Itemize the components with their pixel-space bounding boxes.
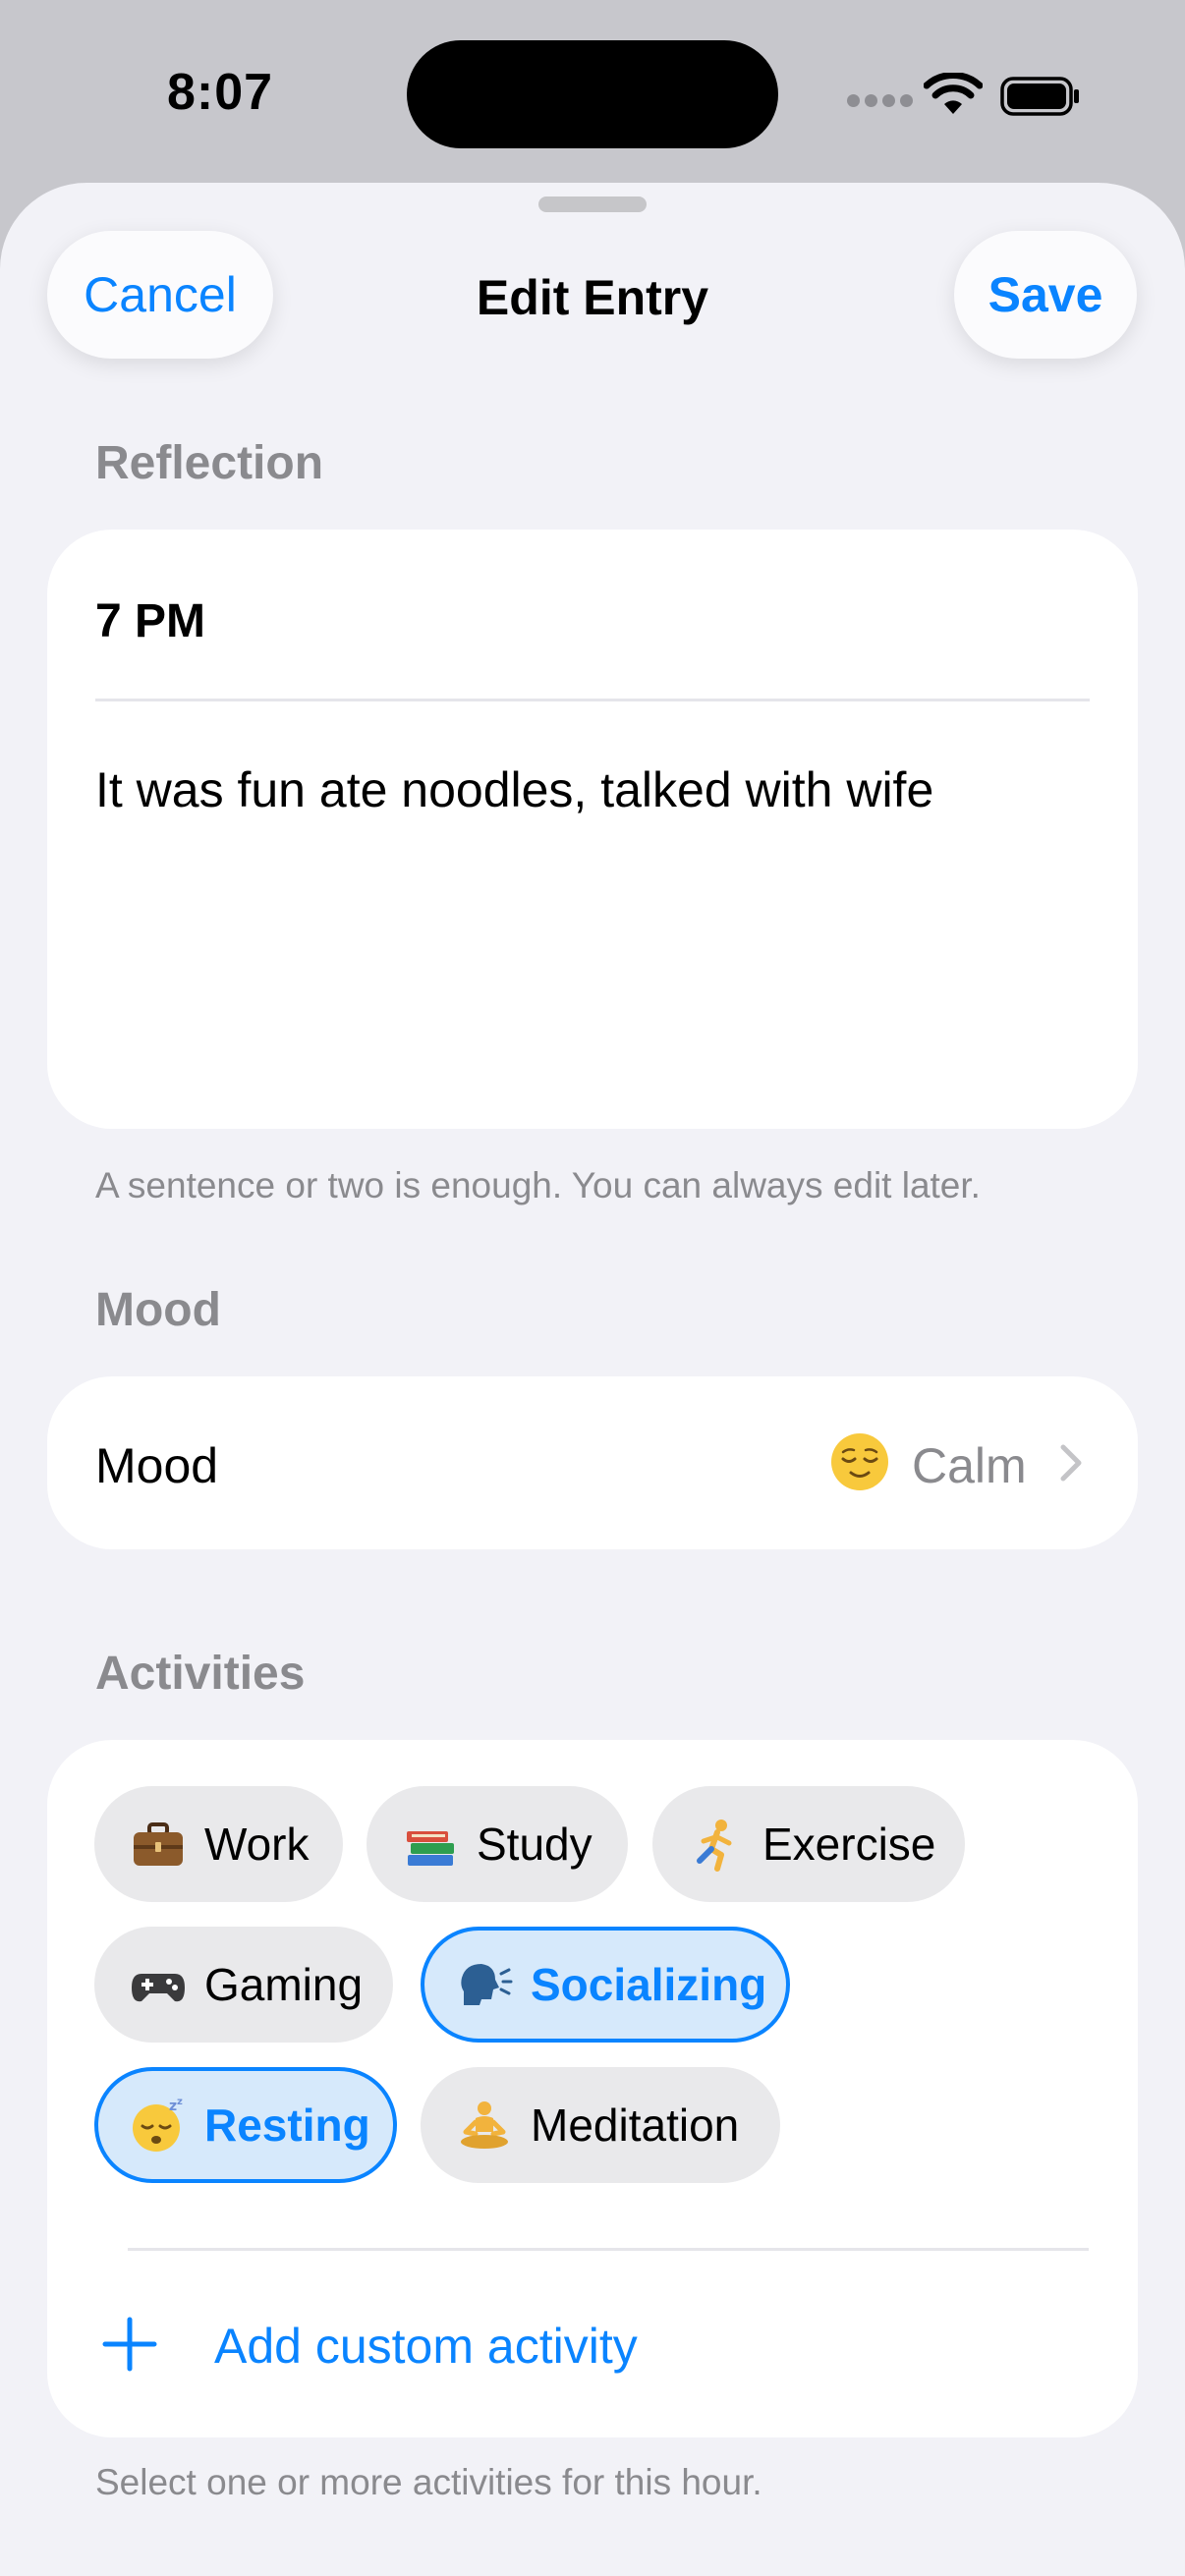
- mood-row[interactable]: Mood Calm: [47, 1376, 1138, 1549]
- activity-chip-meditation[interactable]: Meditation: [421, 2067, 780, 2183]
- status-bar: 8:07: [0, 0, 1185, 187]
- activity-chip-study[interactable]: Study: [367, 1786, 628, 1902]
- activity-chip-resting[interactable]: z z Resting: [94, 2067, 397, 2183]
- cellular-signal-icon: [847, 94, 918, 112]
- reflection-card: 7 PM It was fun ate noodles, talked with…: [47, 530, 1138, 1129]
- status-time: 8:07: [167, 64, 274, 121]
- activity-chip-label: Resting: [204, 2100, 370, 2151]
- reflection-section-header: Reflection: [95, 437, 324, 489]
- entry-time: 7 PM: [95, 595, 206, 647]
- speaking-head-icon: [461, 1964, 513, 2005]
- activity-chip-label: Study: [477, 1819, 592, 1870]
- activity-chip-label: Socializing: [531, 1959, 767, 2010]
- activity-chip-label: Gaming: [204, 1959, 364, 2010]
- save-button[interactable]: Save: [954, 231, 1137, 359]
- relieved-face-emoji: [831, 1433, 888, 1490]
- add-custom-activity-button[interactable]: Add custom activity: [47, 2251, 1138, 2437]
- plus-icon: [102, 2317, 157, 2372]
- reflection-text-field[interactable]: It was fun ate noodles, talked with wife: [95, 761, 933, 818]
- activity-chip-exercise[interactable]: Exercise: [652, 1786, 965, 1902]
- meditation-icon: [461, 2101, 508, 2149]
- runner-icon: [697, 1820, 732, 1872]
- activities-card: Work Study Exercise Gaming Socializing z…: [47, 1740, 1138, 2437]
- reflection-hint: A sentence or two is enough. You can alw…: [95, 1165, 981, 1205]
- activities-section-header: Activities: [95, 1648, 306, 1700]
- wifi-icon: [924, 73, 983, 114]
- activities-hint: Select one or more activities for this h…: [95, 2462, 762, 2502]
- battery-icon: [1000, 77, 1079, 116]
- dynamic-island: [407, 40, 778, 148]
- svg-text:z: z: [177, 2097, 183, 2107]
- activity-chip-socializing[interactable]: Socializing: [421, 1927, 790, 2043]
- activity-chip-work[interactable]: Work: [94, 1786, 343, 1902]
- mood-section-header: Mood: [95, 1284, 221, 1336]
- sheet-grabber[interactable]: [538, 196, 647, 212]
- game-controller-icon: [132, 1974, 185, 2002]
- chevron-right-icon: [1060, 1444, 1082, 1482]
- activity-chip-label: Meditation: [531, 2100, 740, 2151]
- edit-entry-sheet: Cancel Edit Entry Save Reflection 7 PM I…: [0, 183, 1185, 2576]
- mood-value: Calm: [912, 1438, 1027, 1493]
- svg-text:z: z: [169, 2099, 177, 2114]
- divider: [95, 699, 1090, 701]
- activity-chip-label: Exercise: [762, 1819, 936, 1870]
- briefcase-icon: [134, 1822, 183, 1866]
- add-custom-activity-label: Add custom activity: [214, 2319, 638, 2374]
- sleeping-face-icon: z z: [133, 2097, 183, 2152]
- mood-label: Mood: [95, 1438, 219, 1493]
- activity-chip-gaming[interactable]: Gaming: [94, 1927, 393, 2043]
- activity-chip-label: Work: [204, 1819, 310, 1870]
- books-icon: [407, 1831, 454, 1866]
